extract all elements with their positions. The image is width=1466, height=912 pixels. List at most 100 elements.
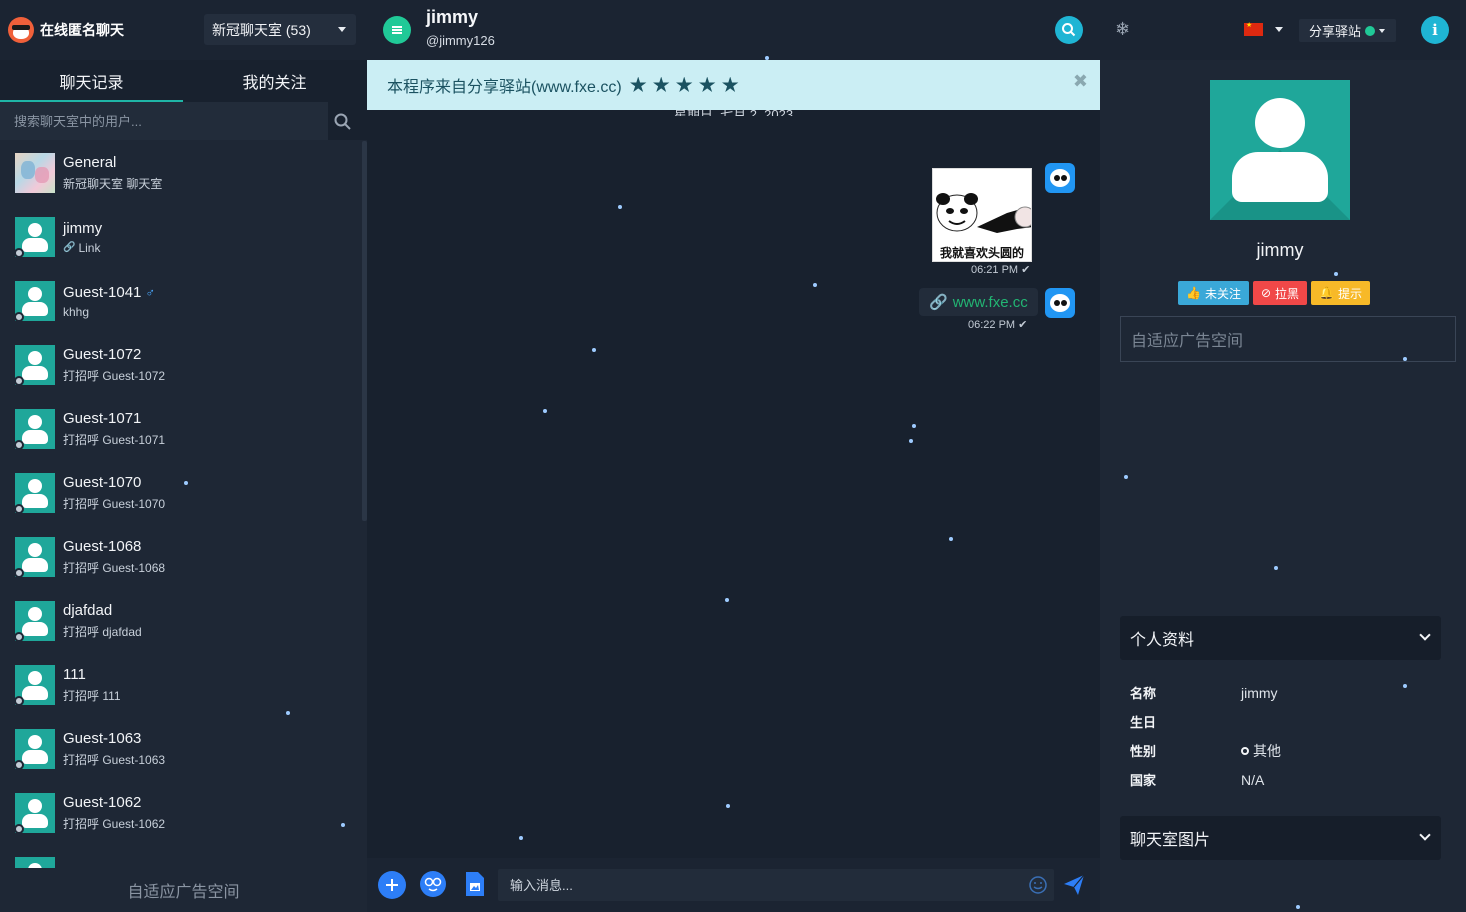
status-dot (15, 248, 24, 257)
user-list-item[interactable]: 111 打招呼 111 (0, 653, 362, 717)
user-avatar (15, 473, 55, 513)
brand[interactable]: 在线匿名聊天 (8, 17, 124, 43)
snowflake-icon[interactable]: ❄ (1115, 19, 1130, 40)
tab-chat-history[interactable]: 聊天记录 (0, 60, 183, 102)
user-info: Guest-1062 打招呼 Guest-1062 (63, 794, 165, 832)
alert-button[interactable]: 🔔 提示 (1311, 281, 1371, 305)
right-ad-space: 自适应广告空间 (1120, 316, 1456, 362)
profile-avatar (1210, 80, 1350, 220)
panda-meme-image (935, 191, 981, 233)
user-last-message: 打招呼 Guest-1071 (63, 433, 166, 447)
status-dot (15, 440, 24, 449)
chevron-down-icon (1419, 829, 1431, 841)
user-last-message: 打招呼 Guest-1070 (63, 497, 166, 511)
user-info: djafdad 打招呼 djafdad (63, 602, 142, 640)
profile-row-birthday: 生日 (1130, 715, 1157, 730)
user-name: Guest-1072 (63, 346, 142, 363)
info-icon[interactable]: i (1421, 16, 1449, 44)
user-list-item[interactable]: Guest-1070 打招呼 Guest-1070 (0, 461, 362, 525)
caret-down-icon (338, 27, 346, 32)
sticker-message[interactable]: 我就喜欢头圆的 (932, 168, 1032, 262)
search-icon[interactable] (332, 111, 354, 133)
link-message[interactable]: 🔗 www.fxe.cc (919, 288, 1038, 316)
user-info: Guest-1071 打招呼 Guest-1071 (63, 410, 165, 448)
user-search-input[interactable] (0, 102, 328, 140)
user-name: jimmy (63, 219, 103, 237)
user-last-message: khhg (63, 304, 90, 319)
double-check-icon: ✔ (1018, 319, 1028, 331)
user-list-item[interactable]: djafdad 打招呼 djafdad (0, 589, 362, 653)
status-dot (15, 824, 24, 833)
room-select-value: 新冠聊天室 (53) (212, 21, 311, 38)
message-time: 06:22 PM ✔ (968, 318, 1028, 332)
tab-following[interactable]: 我的关注 (183, 60, 366, 102)
block-button[interactable]: ⊘ 拉黑 (1252, 281, 1308, 305)
room-select[interactable]: 新冠聊天室 (53) (204, 14, 356, 45)
user-last-message: 打招呼 Guest-1062 (63, 817, 166, 831)
bell-icon: 🔔 (1319, 286, 1334, 300)
menu-icon[interactable] (383, 16, 411, 44)
image-file-icon[interactable] (466, 872, 484, 896)
user-avatar (15, 729, 55, 769)
caret-down-icon[interactable] (1275, 27, 1283, 32)
panda-avatar-icon[interactable] (1045, 163, 1075, 193)
add-icon[interactable] (378, 871, 406, 899)
user-name: Guest-1071 (63, 410, 142, 427)
online-status-dot (1365, 25, 1376, 36)
profile-details: 名称 jimmy 生日 性别 其他 国家 N/A (1130, 678, 1430, 794)
notice-banner: 本程序来自分享驿站(www.fxe.cc) ✖ (367, 60, 1100, 110)
user-avatar (15, 281, 55, 321)
smile-icon[interactable] (1028, 875, 1048, 895)
user-list-item[interactable]: Guest-1059 (0, 845, 362, 868)
user-list-item[interactable]: Guest-1041 ♂ khhg (0, 269, 362, 333)
link-icon: 🔗 (929, 294, 948, 311)
profile-row-name: 名称 jimmy (1130, 684, 1278, 702)
message-input[interactable] (498, 869, 1054, 901)
user-avatar (15, 537, 55, 577)
user-info: Guest-1041 ♂ khhg (63, 284, 155, 319)
message-composer (367, 858, 1100, 912)
user-last-message: 打招呼 Guest-1072 (63, 369, 166, 383)
chat-search-icon[interactable] (1055, 16, 1083, 44)
thumbs-up-icon: 👍 (1186, 286, 1201, 300)
star-icon (699, 76, 716, 92)
sticker-caption: 我就喜欢头圆的 (939, 246, 1024, 260)
user-list-item[interactable]: Guest-1072 打招呼 Guest-1072 (0, 333, 362, 397)
follow-button[interactable]: 👍 未关注 (1178, 281, 1249, 305)
send-icon[interactable] (1063, 874, 1085, 896)
user-last-message: 打招呼 111 (63, 689, 121, 703)
user-name: Guest-1068 (63, 538, 142, 555)
chevron-down-icon (1419, 629, 1431, 641)
share-select[interactable]: 分享驿站 (1299, 19, 1396, 42)
user-info: 111 打招呼 111 (63, 666, 121, 704)
star-icon (722, 76, 739, 92)
close-icon[interactable]: ✖ (1073, 71, 1088, 92)
user-avatar (15, 793, 55, 833)
user-list-item[interactable]: General 新冠聊天室 聊天室 (0, 141, 362, 205)
brand-bar: 在线匿名聊天 新冠聊天室 (53) (0, 0, 367, 60)
right-panel: ❄ 分享驿站 i jimmy 👍 未关注 ⊘ 拉黑 🔔 提示 自适应广告空间 个… (1100, 0, 1466, 912)
brand-name: 在线匿名聊天 (40, 22, 124, 38)
user-name: Guest-1062 (63, 794, 142, 811)
room-images-panel-toggle[interactable]: 聊天室图片 (1120, 816, 1441, 860)
panda-avatar-icon[interactable] (1045, 288, 1075, 318)
chat-handle: @jimmy126 (426, 33, 495, 48)
user-info: jimmy 🔗 Link (63, 220, 102, 255)
user-list-item[interactable]: Guest-1062 打招呼 Guest-1062 (0, 781, 362, 845)
emoji-glasses-icon[interactable] (420, 871, 446, 897)
china-flag-icon[interactable] (1244, 21, 1263, 36)
user-list-item[interactable]: Guest-1063 打招呼 Guest-1063 (0, 717, 362, 781)
anonymous-mask-logo (8, 17, 34, 43)
user-list-item[interactable]: Guest-1071 打招呼 Guest-1071 (0, 397, 362, 461)
status-dot (15, 376, 24, 385)
user-list-item[interactable]: Guest-1068 打招呼 Guest-1068 (0, 525, 362, 589)
user-list: General 新冠聊天室 聊天室 jimmy 🔗 Link Guest-1041 ♂ khh… (0, 141, 362, 868)
status-dot (15, 312, 24, 321)
user-list-item[interactable]: jimmy 🔗 Link (0, 205, 362, 269)
user-avatar (15, 345, 55, 385)
star-icon (630, 76, 647, 92)
link-text[interactable]: www.fxe.cc (953, 294, 1028, 311)
profile-panel-toggle[interactable]: 个人资料 (1120, 616, 1441, 660)
ban-icon: ⊘ (1260, 286, 1272, 300)
user-name: Guest-1063 (63, 730, 142, 747)
